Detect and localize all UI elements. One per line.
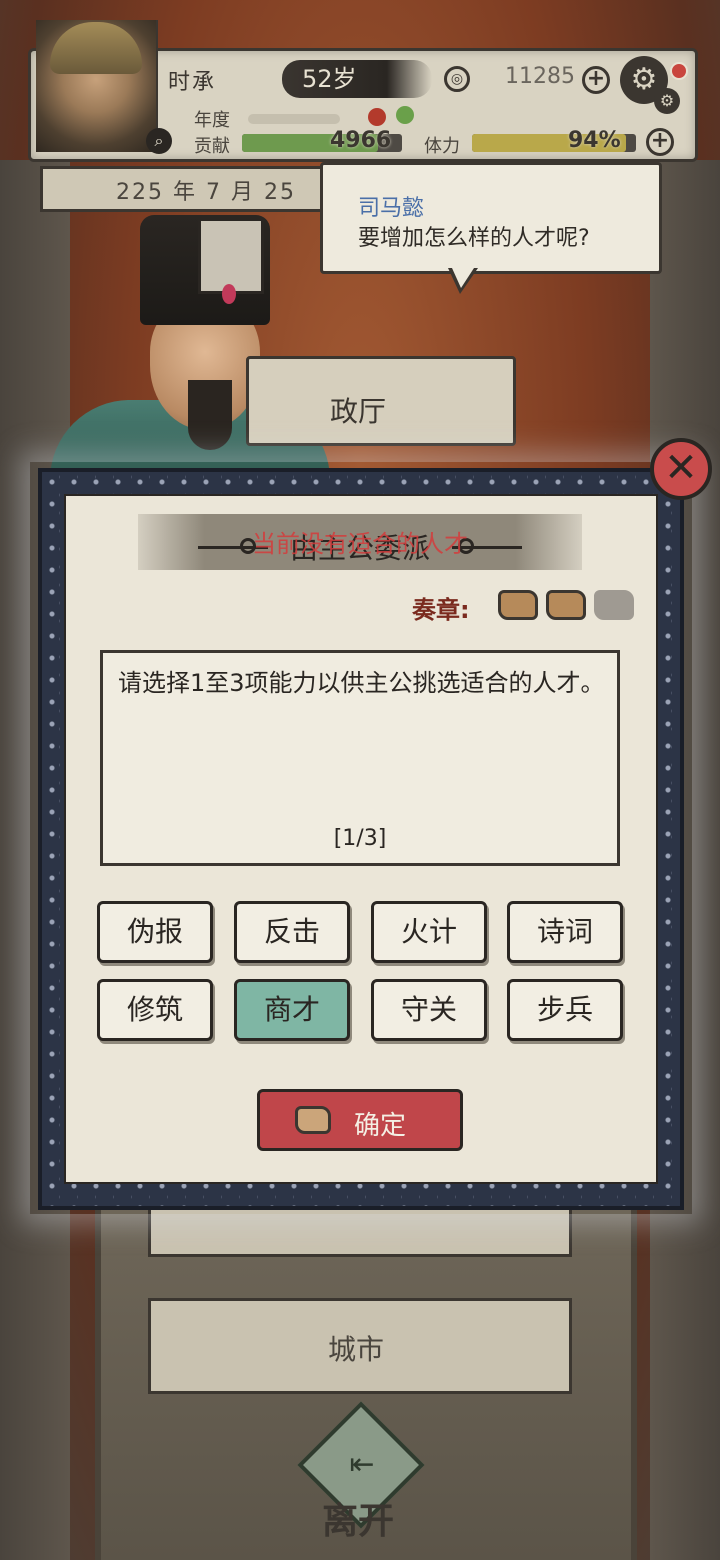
green-fruit-icon	[396, 106, 414, 124]
contribution-label: 贡献	[194, 136, 230, 157]
description-text: 请选择1至3项能力以供主公挑选适合的人才。	[118, 669, 605, 697]
player-name: 时承	[168, 70, 217, 95]
contribution-value: 4966	[330, 128, 392, 153]
year-progress-track	[248, 114, 340, 124]
coin-icon: ◎	[444, 66, 470, 92]
memo-scroll-icon	[546, 590, 586, 620]
coin-value: 11285	[505, 64, 575, 89]
option-button-fire-attack[interactable]: 火计	[371, 901, 487, 963]
option-button-infantry[interactable]: 步兵	[507, 979, 623, 1041]
small-gear-icon: ⚙	[654, 88, 680, 114]
memo-scroll-empty-icon	[594, 590, 634, 620]
advisor-hat-plate	[198, 218, 264, 294]
option-button-defense[interactable]: 守关	[371, 979, 487, 1041]
advisor-beard	[188, 380, 232, 450]
close-button[interactable]: ✕	[650, 438, 712, 500]
age-badge: 52岁	[282, 60, 432, 98]
stamina-value: 94%	[568, 128, 621, 153]
speech-text: 要增加怎么样的人才呢?	[358, 226, 590, 251]
option-button-feign-report[interactable]: 伪报	[97, 901, 213, 963]
game-date: 225 年 7 月 25	[116, 180, 296, 205]
hall-button-label: 政厅	[330, 395, 387, 428]
memo-scroll-icon	[498, 590, 538, 620]
confirm-button-label: 确定	[354, 1111, 407, 1141]
exit-icon: ⇤	[349, 1447, 375, 1482]
stamina-label: 体力	[424, 136, 460, 157]
magnifier-icon[interactable]: ⌕	[146, 128, 172, 154]
add-coins-button[interactable]: +	[582, 66, 610, 94]
red-fruit-icon	[368, 108, 386, 126]
option-button-commerce[interactable]: 商才	[234, 979, 350, 1041]
option-button-poetry[interactable]: 诗词	[507, 901, 623, 963]
speech-bubble-tail-inner	[452, 268, 474, 288]
memo-label: 奏章:	[412, 596, 470, 624]
no-talent-notice: 当前没有适合的人才	[252, 530, 468, 558]
city-button-label: 城市	[328, 1333, 385, 1366]
advisor-gem	[222, 284, 236, 304]
add-stamina-button[interactable]: +	[646, 128, 674, 156]
speaker-name: 司马懿	[358, 196, 425, 221]
option-button-counterattack[interactable]: 反击	[234, 901, 350, 963]
scroll-icon	[295, 1106, 331, 1134]
page-indicator: [1/3]	[333, 826, 387, 851]
notification-dot	[670, 62, 688, 80]
year-label: 年度	[194, 110, 230, 131]
option-button-construction[interactable]: 修筑	[97, 979, 213, 1041]
leave-label: 离开	[322, 1501, 395, 1542]
